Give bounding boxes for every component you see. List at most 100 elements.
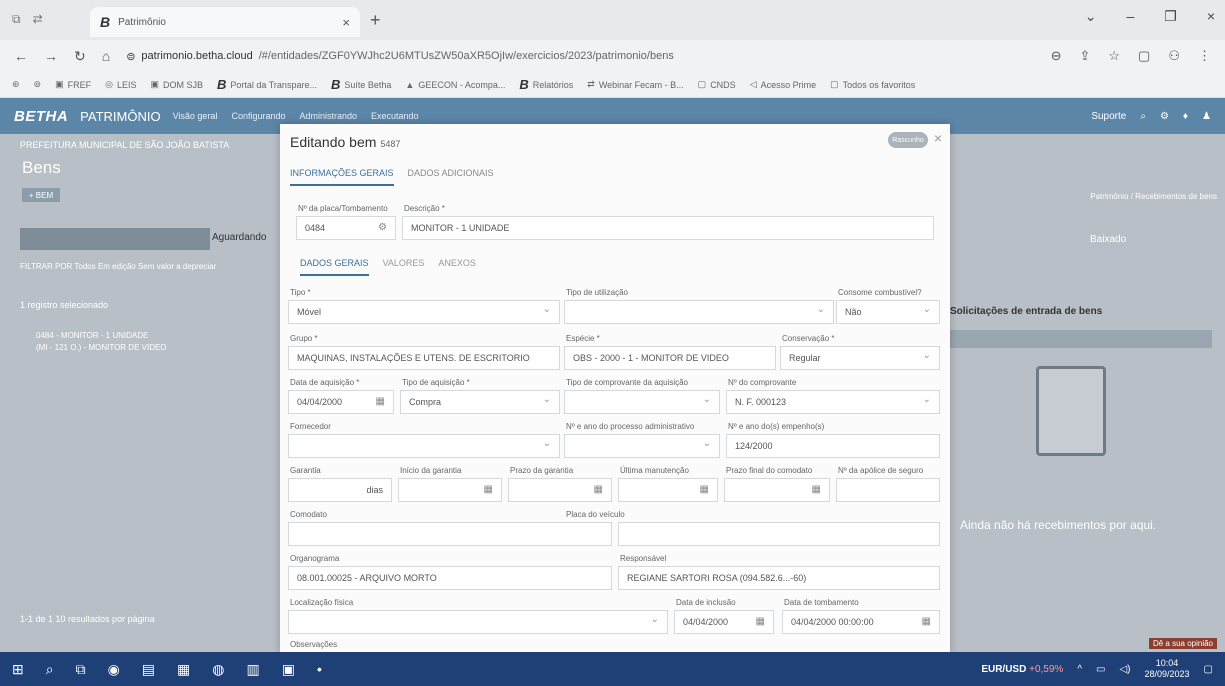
files-icon[interactable]: ▦ [177, 661, 190, 678]
new-tab-icon[interactable]: + [370, 10, 381, 31]
subtab-valores[interactable]: VALORES [383, 256, 425, 276]
list-item[interactable]: 0484 - MONITOR - 1 UNIDADE (MI - 121 O.)… [36, 330, 167, 354]
tab-history-icon[interactable]: ⇄ [33, 12, 43, 27]
reload-icon[interactable]: ↻ [74, 48, 86, 65]
bookmark-item[interactable]: ▣ DOM SJB [150, 79, 203, 90]
especie-input[interactable]: OBS - 2000 - 1 - MONITOR DE VIDEO [564, 346, 776, 370]
calendar-icon[interactable]: ▦ [922, 616, 931, 627]
filter-options[interactable]: FILTRAR POR Todos Em edição Sem valor a … [20, 262, 216, 271]
site-info-icon[interactable]: ⊜ [126, 50, 135, 63]
bookmark-item[interactable]: ⇄ Webinar Fecam - B... [587, 79, 683, 90]
module-name[interactable]: PATRIMÔNIO [80, 109, 160, 124]
bookmark-item[interactable]: ⊛ [12, 79, 20, 90]
tab-search-icon[interactable]: ⧉ [12, 12, 21, 27]
close-modal-icon[interactable]: × [934, 130, 942, 146]
bookmark-item[interactable]: B Relatórios [519, 77, 573, 92]
grupo-input[interactable]: MAQUINAS, INSTALAÇÕES E UTENS. DE ESCRIT… [288, 346, 560, 370]
menu-visao-geral[interactable]: Visão geral [173, 111, 218, 121]
settings-icon[interactable]: ⚙ [1160, 111, 1169, 122]
bookmark-item[interactable]: B Suíte Betha [331, 77, 391, 92]
bookmark-item[interactable]: ◎ LEIS [105, 79, 136, 90]
search-icon[interactable]: ⌕ [46, 661, 54, 678]
consome-select[interactable]: Não [836, 300, 940, 324]
notifications-center-icon[interactable]: ▢ [1204, 664, 1213, 675]
bookmark-item[interactable]: ▣ FREF [55, 79, 91, 90]
eurusd-widget[interactable]: EUR/USD +0,59% [981, 664, 1063, 675]
share-icon[interactable]: ⇪ [1079, 48, 1090, 64]
localizacao-select[interactable] [288, 610, 668, 634]
forward-icon[interactable]: → [44, 48, 58, 64]
menu-executando[interactable]: Executando [371, 111, 419, 121]
sidebar-icon[interactable]: ▢ [1138, 48, 1150, 64]
user-icon[interactable]: ♟ [1202, 111, 1211, 122]
word-icon[interactable]: ▥ [246, 661, 259, 678]
aguardando-filter[interactable]: Aguardando [212, 232, 267, 243]
notifications-icon[interactable]: ⌕ [1140, 111, 1146, 122]
bookmark-item[interactable]: ◁ Acesso Prime [750, 79, 816, 90]
calendar-icon[interactable]: ▦ [812, 484, 821, 495]
bookmark-item[interactable]: B Portal da Transpare... [217, 77, 317, 92]
tab-informacoes-gerais[interactable]: INFORMAÇÕES GERAIS [290, 164, 394, 186]
close-window-icon[interactable]: × [1207, 8, 1215, 25]
calendar-icon[interactable]: ▦ [484, 484, 493, 495]
tab-list-icon[interactable]: ⌄ [1085, 8, 1097, 25]
ultima-manutencao-input[interactable]: ▦ [618, 478, 718, 502]
apolice-input[interactable] [836, 478, 940, 502]
num-empenho-input[interactable]: 124/2000 [726, 434, 940, 458]
status-filter-bar[interactable] [20, 228, 210, 250]
menu-icon[interactable]: ⋮ [1198, 48, 1211, 64]
organograma-input[interactable]: 08.001.00025 - ARQUIVO MORTO [288, 566, 612, 590]
chrome-app-icon[interactable]: ◍ [212, 661, 224, 678]
outlook-icon[interactable]: ▤ [142, 661, 155, 678]
dot-icon[interactable]: • [317, 661, 322, 677]
entity-breadcrumb[interactable]: PREFEITURA MUNICIPAL DE SÃO JOÃO BATISTA [20, 140, 229, 150]
calculator-icon[interactable]: ▣ [282, 661, 295, 678]
minimize-icon[interactable]: – [1126, 8, 1134, 25]
menu-configurando[interactable]: Configurando [231, 111, 285, 121]
tray-chevron-icon[interactable]: ^ [1077, 664, 1082, 675]
tipo-utilizacao-select[interactable] [564, 300, 834, 324]
url-field[interactable]: ⊜ patrimonio.betha.cloud /#/entidades/ZGF… [126, 50, 674, 63]
pagination[interactable]: 1-1 de 1 10 resultados por página [20, 614, 155, 624]
volume-icon[interactable]: ◁) [1119, 664, 1130, 675]
maximize-icon[interactable]: ❐ [1164, 8, 1177, 25]
fornecedor-select[interactable] [288, 434, 560, 458]
bell-icon[interactable]: ♦ [1183, 111, 1188, 122]
calendar-icon[interactable]: ▦ [756, 616, 765, 627]
baixado-filter[interactable]: Baixado [1090, 234, 1126, 245]
subtab-dados-gerais[interactable]: DADOS GERAIS [300, 256, 369, 276]
comodato-input[interactable] [288, 522, 612, 546]
back-icon[interactable]: ← [14, 48, 28, 64]
descricao-input[interactable]: MONITOR - 1 UNIDADE [402, 216, 934, 240]
num-processo-select[interactable] [564, 434, 720, 458]
data-aquisicao-input[interactable]: 04/04/2000 ▦ [288, 390, 394, 414]
calendar-icon[interactable]: ▦ [700, 484, 709, 495]
calendar-icon[interactable]: ▦ [376, 396, 385, 407]
prazo-garantia-input[interactable]: ▦ [508, 478, 612, 502]
brand-logo[interactable]: BETHA [14, 108, 68, 125]
tab-dados-adicionais[interactable]: DADOS ADICIONAIS [408, 164, 494, 186]
bookmark-star-icon[interactable]: ☆ [1108, 48, 1120, 64]
network-icon[interactable]: ▭ [1096, 664, 1105, 675]
clock[interactable]: 10:04 28/09/2023 [1145, 658, 1190, 680]
placa-input[interactable]: 0484 ⚙ [296, 216, 396, 240]
home-icon[interactable]: ⌂ [102, 48, 110, 64]
inicio-garantia-input[interactable]: ▦ [398, 478, 502, 502]
bookmark-item[interactable]: ▢ CNDS [698, 79, 736, 90]
windows-start-icon[interactable]: ⊞ [12, 661, 24, 678]
menu-administrando[interactable]: Administrando [300, 111, 358, 121]
num-comprovante-select[interactable]: N. F. 000123 [726, 390, 940, 414]
placa-veiculo-input[interactable] [618, 522, 940, 546]
conservacao-select[interactable]: Regular [780, 346, 940, 370]
support-link[interactable]: Suporte [1091, 111, 1126, 122]
profile-icon[interactable]: ⚇ [1168, 48, 1180, 64]
tipo-aquisicao-select[interactable]: Compra [400, 390, 560, 414]
tipo-select[interactable]: Móvel [288, 300, 560, 324]
tipo-comprovante-select[interactable] [564, 390, 720, 414]
rascunho-toggle[interactable]: Rascunho [888, 132, 928, 148]
prazo-comodato-input[interactable]: ▦ [724, 478, 830, 502]
calendar-icon[interactable]: ▦ [594, 484, 603, 495]
task-view-icon[interactable]: ⧉ [76, 661, 86, 678]
zoom-icon[interactable]: ⊖ [1051, 48, 1062, 64]
browser-tab[interactable]: B Patrimônio × [90, 7, 360, 37]
